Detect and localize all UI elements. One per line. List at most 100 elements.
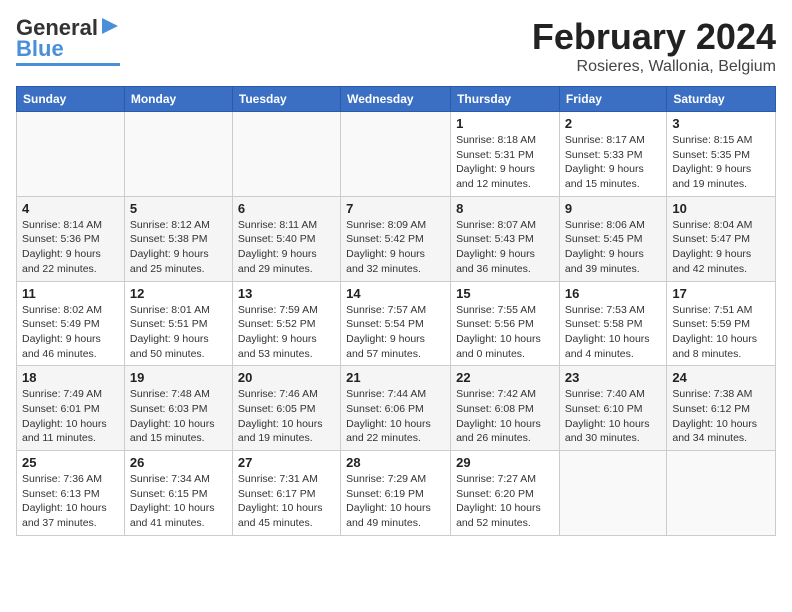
table-row: 14 Sunrise: 7:57 AM Sunset: 5:54 PM Dayli… <box>341 281 451 366</box>
table-row: 2Sunrise: 8:17 AM Sunset: 5:33 PM Daylig… <box>559 112 666 197</box>
day-number: 12 <box>130 286 227 301</box>
table-row: 8Sunrise: 8:07 AM Sunset: 5:43 PM Daylig… <box>451 196 560 281</box>
table-row <box>341 112 451 197</box>
day-number: 15 <box>456 286 554 301</box>
day-number: 20 <box>238 370 335 385</box>
day-number: 5 <box>130 201 227 216</box>
day-info: Sunrise: 8:11 AM Sunset: 5:40 PM Dayligh… <box>238 218 335 277</box>
day-number: 7 <box>346 201 445 216</box>
table-row <box>559 451 666 536</box>
table-row: 27Sunrise: 7:31 AM Sunset: 6:17 PM Dayli… <box>232 451 340 536</box>
table-row: 3 Sunrise: 8:15 AM Sunset: 5:35 PM Daylig… <box>667 112 776 197</box>
day-info: Sunrise: 7:51 AM Sunset: 5:59 PM Dayligh… <box>672 303 770 362</box>
day-number: 3 <box>672 116 770 131</box>
day-info: Sunrise: 8:02 AM Sunset: 5:49 PM Dayligh… <box>22 303 119 362</box>
day-number: 23 <box>565 370 661 385</box>
logo: General Blue <box>16 16 120 66</box>
day-info: Sunrise: 7:27 AM Sunset: 6:20 PM Dayligh… <box>456 472 554 531</box>
table-row: 16 Sunrise: 7:53 AM Sunset: 5:58 PM Dayli… <box>559 281 666 366</box>
table-row: 1 Sunrise: 8:18 AM Sunset: 5:31 PM Daylig… <box>451 112 560 197</box>
day-info: Sunrise: 7:46 AM Sunset: 6:05 PM Dayligh… <box>238 387 335 446</box>
calendar-week-row: 11Sunrise: 8:02 AM Sunset: 5:49 PM Dayli… <box>17 281 776 366</box>
logo-arrow-icon <box>100 16 120 36</box>
day-info: Sunrise: 7:42 AM Sunset: 6:08 PM Dayligh… <box>456 387 554 446</box>
header-monday: Monday <box>124 87 232 112</box>
day-number: 13 <box>238 286 335 301</box>
day-number: 1 <box>456 116 554 131</box>
table-row: 25 Sunrise: 7:36 AM Sunset: 6:13 PM Dayli… <box>17 451 125 536</box>
table-row: 10 Sunrise: 8:04 AM Sunset: 5:47 PM Dayli… <box>667 196 776 281</box>
day-number: 4 <box>22 201 119 216</box>
calendar-week-row: 25 Sunrise: 7:36 AM Sunset: 6:13 PM Dayli… <box>17 451 776 536</box>
day-info: Sunrise: 8:17 AM Sunset: 5:33 PM Dayligh… <box>565 133 661 192</box>
day-number: 16 <box>565 286 661 301</box>
day-info: Sunrise: 7:49 AM Sunset: 6:01 PM Dayligh… <box>22 387 119 446</box>
table-row: 12 Sunrise: 8:01 AM Sunset: 5:51 PM Dayli… <box>124 281 232 366</box>
day-info: Sunrise: 8:18 AM Sunset: 5:31 PM Dayligh… <box>456 133 554 192</box>
day-info: Sunrise: 8:12 AM Sunset: 5:38 PM Dayligh… <box>130 218 227 277</box>
day-info: Sunrise: 7:48 AM Sunset: 6:03 PM Dayligh… <box>130 387 227 446</box>
day-info: Sunrise: 8:15 AM Sunset: 5:35 PM Dayligh… <box>672 133 770 192</box>
calendar-title: February 2024 <box>532 16 776 58</box>
day-info: Sunrise: 7:59 AM Sunset: 5:52 PM Dayligh… <box>238 303 335 362</box>
table-row: 5 Sunrise: 8:12 AM Sunset: 5:38 PM Daylig… <box>124 196 232 281</box>
table-row: 20 Sunrise: 7:46 AM Sunset: 6:05 PM Dayli… <box>232 366 340 451</box>
table-row <box>124 112 232 197</box>
day-number: 17 <box>672 286 770 301</box>
table-row <box>232 112 340 197</box>
calendar-week-row: 18 Sunrise: 7:49 AM Sunset: 6:01 PM Dayli… <box>17 366 776 451</box>
header-thursday: Thursday <box>451 87 560 112</box>
header-friday: Friday <box>559 87 666 112</box>
day-number: 29 <box>456 455 554 470</box>
table-row: 9Sunrise: 8:06 AM Sunset: 5:45 PM Daylig… <box>559 196 666 281</box>
table-row: 15Sunrise: 7:55 AM Sunset: 5:56 PM Dayli… <box>451 281 560 366</box>
table-row: 7 Sunrise: 8:09 AM Sunset: 5:42 PM Daylig… <box>341 196 451 281</box>
day-number: 25 <box>22 455 119 470</box>
day-info: Sunrise: 7:44 AM Sunset: 6:06 PM Dayligh… <box>346 387 445 446</box>
calendar-table: Sunday Monday Tuesday Wednesday Thursday… <box>16 86 776 536</box>
day-info: Sunrise: 7:38 AM Sunset: 6:12 PM Dayligh… <box>672 387 770 446</box>
day-info: Sunrise: 7:36 AM Sunset: 6:13 PM Dayligh… <box>22 472 119 531</box>
day-number: 10 <box>672 201 770 216</box>
table-row: 18 Sunrise: 7:49 AM Sunset: 6:01 PM Dayli… <box>17 366 125 451</box>
day-info: Sunrise: 8:04 AM Sunset: 5:47 PM Dayligh… <box>672 218 770 277</box>
table-row: 13 Sunrise: 7:59 AM Sunset: 5:52 PM Dayli… <box>232 281 340 366</box>
table-row: 6Sunrise: 8:11 AM Sunset: 5:40 PM Daylig… <box>232 196 340 281</box>
table-row: 28Sunrise: 7:29 AM Sunset: 6:19 PM Dayli… <box>341 451 451 536</box>
title-block: February 2024 Rosieres, Wallonia, Belgiu… <box>532 16 776 76</box>
table-row <box>17 112 125 197</box>
table-row: 29 Sunrise: 7:27 AM Sunset: 6:20 PM Dayli… <box>451 451 560 536</box>
day-number: 28 <box>346 455 445 470</box>
day-number: 27 <box>238 455 335 470</box>
logo-blue-text: Blue <box>16 37 64 61</box>
day-info: Sunrise: 8:06 AM Sunset: 5:45 PM Dayligh… <box>565 218 661 277</box>
day-number: 14 <box>346 286 445 301</box>
day-info: Sunrise: 7:40 AM Sunset: 6:10 PM Dayligh… <box>565 387 661 446</box>
day-number: 21 <box>346 370 445 385</box>
calendar-week-row: 4 Sunrise: 8:14 AM Sunset: 5:36 PM Daylig… <box>17 196 776 281</box>
day-info: Sunrise: 8:01 AM Sunset: 5:51 PM Dayligh… <box>130 303 227 362</box>
day-info: Sunrise: 8:09 AM Sunset: 5:42 PM Dayligh… <box>346 218 445 277</box>
header-tuesday: Tuesday <box>232 87 340 112</box>
calendar-week-row: 1 Sunrise: 8:18 AM Sunset: 5:31 PM Daylig… <box>17 112 776 197</box>
table-row: 23 Sunrise: 7:40 AM Sunset: 6:10 PM Dayli… <box>559 366 666 451</box>
day-info: Sunrise: 7:53 AM Sunset: 5:58 PM Dayligh… <box>565 303 661 362</box>
table-row: 26 Sunrise: 7:34 AM Sunset: 6:15 PM Dayli… <box>124 451 232 536</box>
day-info: Sunrise: 8:14 AM Sunset: 5:36 PM Dayligh… <box>22 218 119 277</box>
table-row: 11Sunrise: 8:02 AM Sunset: 5:49 PM Dayli… <box>17 281 125 366</box>
day-info: Sunrise: 8:07 AM Sunset: 5:43 PM Dayligh… <box>456 218 554 277</box>
day-number: 26 <box>130 455 227 470</box>
day-info: Sunrise: 7:57 AM Sunset: 5:54 PM Dayligh… <box>346 303 445 362</box>
day-number: 22 <box>456 370 554 385</box>
day-number: 18 <box>22 370 119 385</box>
day-info: Sunrise: 7:34 AM Sunset: 6:15 PM Dayligh… <box>130 472 227 531</box>
calendar-header-row: Sunday Monday Tuesday Wednesday Thursday… <box>17 87 776 112</box>
calendar-subtitle: Rosieres, Wallonia, Belgium <box>532 58 776 76</box>
table-row: 24Sunrise: 7:38 AM Sunset: 6:12 PM Dayli… <box>667 366 776 451</box>
day-number: 19 <box>130 370 227 385</box>
logo-line <box>16 63 120 66</box>
table-row: 19 Sunrise: 7:48 AM Sunset: 6:03 PM Dayli… <box>124 366 232 451</box>
table-row <box>667 451 776 536</box>
table-row: 17 Sunrise: 7:51 AM Sunset: 5:59 PM Dayli… <box>667 281 776 366</box>
header-wednesday: Wednesday <box>341 87 451 112</box>
